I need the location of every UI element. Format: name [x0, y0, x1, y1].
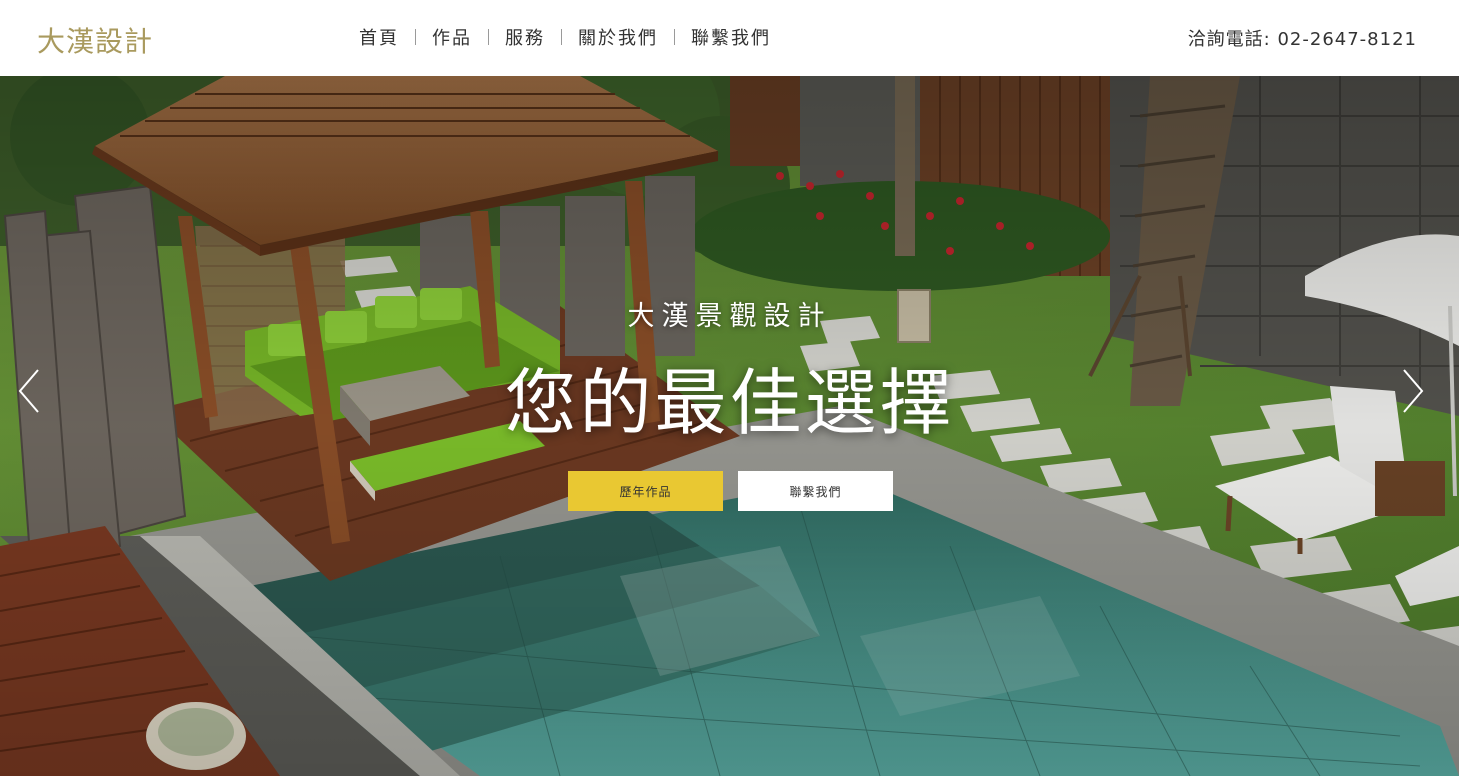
- nav-divider: [488, 29, 489, 45]
- nav-item-about[interactable]: 關於我們: [578, 24, 658, 50]
- contact-phone: 洽詢電話: 02-2647-8121: [1187, 29, 1417, 50]
- nav-item-works[interactable]: 作品: [432, 24, 472, 50]
- slider-prev-button[interactable]: [14, 366, 44, 416]
- nav-divider: [674, 29, 675, 45]
- chevron-left-icon: [18, 369, 39, 413]
- chevron-right-icon: [1403, 369, 1424, 413]
- nav-item-home[interactable]: 首頁: [359, 24, 399, 50]
- nav-divider: [561, 29, 562, 45]
- contact-button[interactable]: 聯繫我們: [738, 471, 893, 511]
- slider-next-button[interactable]: [1398, 366, 1428, 416]
- nav-divider: [415, 29, 416, 45]
- hero-subtitle: 大漢景觀設計: [627, 301, 832, 332]
- main-nav: 首頁 作品 服務 關於我們 聯繫我們: [359, 24, 771, 50]
- works-button[interactable]: 歷年作品: [568, 471, 723, 511]
- site-header: 大漢設計 首頁 作品 服務 關於我們 聯繫我們 洽詢電話: 02-2647-81…: [0, 0, 1459, 76]
- hero-title: 您的最佳選擇: [504, 361, 955, 445]
- nav-item-contact[interactable]: 聯繫我們: [691, 24, 771, 50]
- site-logo[interactable]: 大漢設計: [37, 20, 153, 60]
- hero-slider: 大漢景觀設計 您的最佳選擇 歷年作品 聯繫我們: [0, 76, 1459, 776]
- nav-item-services[interactable]: 服務: [505, 24, 545, 50]
